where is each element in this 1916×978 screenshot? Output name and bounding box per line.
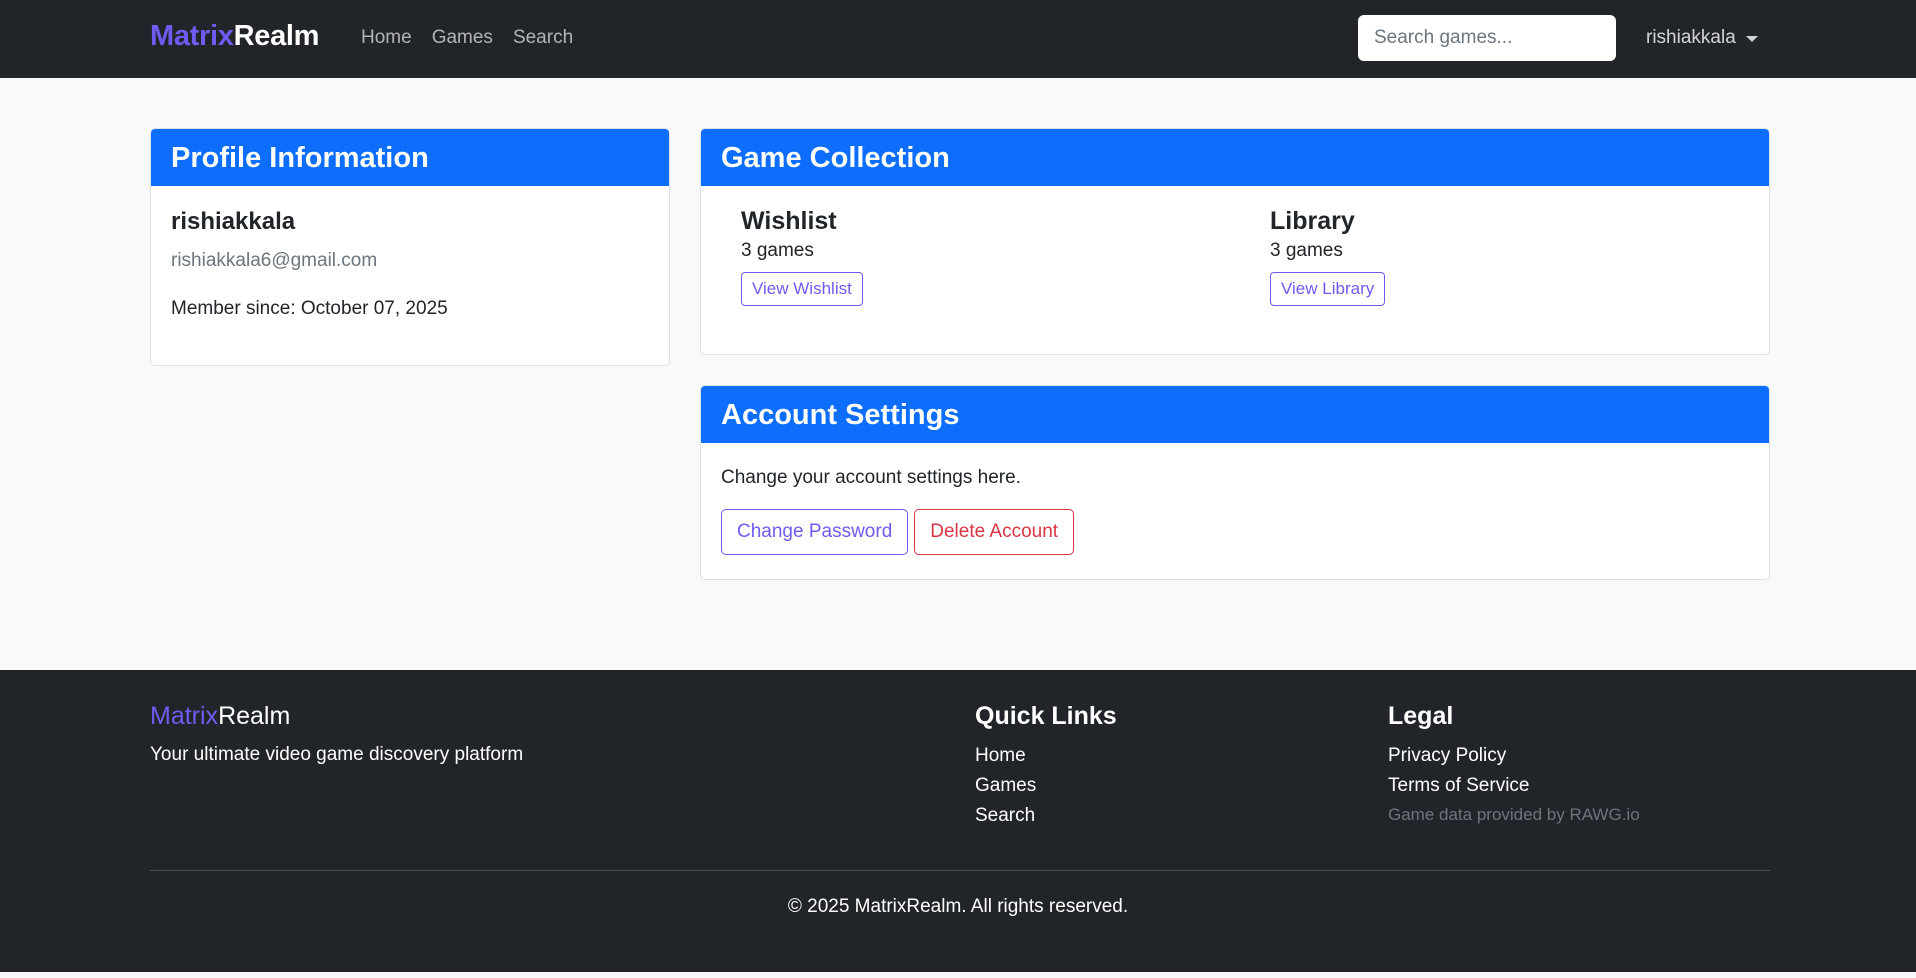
view-library-button[interactable]: View Library xyxy=(1270,272,1386,306)
profile-card: Profile Information rishiakkala rishiakk… xyxy=(150,128,670,366)
library-section: Library 3 games View Library xyxy=(1270,207,1386,306)
change-password-button[interactable]: Change Password xyxy=(721,509,909,555)
footer-brand-part1: Matrix xyxy=(150,702,219,730)
top-navbar: MatrixRealm Home Games Search rishiakkal… xyxy=(0,0,1916,78)
account-settings-card: Account Settings Change your account set… xyxy=(700,385,1770,580)
user-dropdown-label: rishiakkala xyxy=(1646,27,1736,48)
caret-down-icon xyxy=(1745,36,1758,42)
view-wishlist-button[interactable]: View Wishlist xyxy=(741,272,863,306)
legal-title: Legal xyxy=(1388,702,1454,730)
brand-logo-part1: Matrix xyxy=(150,20,234,52)
library-count: 3 games xyxy=(1270,240,1343,261)
site-footer: MatrixRealm Your ultimate video game dis… xyxy=(0,670,1916,972)
profile-username: rishiakkala xyxy=(171,208,296,235)
search-input[interactable] xyxy=(1358,15,1616,61)
nav-link-games[interactable]: Games xyxy=(432,27,493,49)
nav-links: Home Games Search xyxy=(361,27,573,49)
account-settings-header: Account Settings xyxy=(701,386,1769,443)
footer-link-search[interactable]: Search xyxy=(975,805,1117,827)
nav-link-search[interactable]: Search xyxy=(513,27,573,49)
profile-card-header: Profile Information xyxy=(151,129,669,186)
footer-legal: Legal Privacy Policy Terms of Service Ga… xyxy=(1388,702,1640,825)
footer-quick-links: Quick Links Home Games Search xyxy=(975,702,1117,835)
footer-brand: MatrixRealm xyxy=(150,702,290,731)
game-collection-card: Game Collection Wishlist 3 games View Wi… xyxy=(700,128,1770,355)
profile-member-since: Member since: October 07, 2025 xyxy=(171,298,448,319)
wishlist-count: 3 games xyxy=(741,240,814,261)
data-credit: Game data provided by RAWG.io xyxy=(1388,805,1640,824)
account-settings-body: Change your account settings here. Chang… xyxy=(701,443,1769,575)
copyright-text: © 2025 MatrixRealm. All rights reserved. xyxy=(787,896,1129,917)
account-settings-description: Change your account settings here. xyxy=(721,467,1021,488)
nav-link-home[interactable]: Home xyxy=(361,27,412,49)
footer-divider xyxy=(150,870,1770,871)
wishlist-title: Wishlist xyxy=(741,207,837,235)
footer-link-home[interactable]: Home xyxy=(975,745,1117,767)
library-title: Library xyxy=(1270,207,1355,235)
footer-link-games[interactable]: Games xyxy=(975,775,1117,797)
brand-logo-part2: Realm xyxy=(233,20,320,52)
wishlist-section: Wishlist 3 games View Wishlist xyxy=(741,207,863,306)
page-bottom-edge xyxy=(0,972,1916,978)
footer-link-privacy-policy[interactable]: Privacy Policy xyxy=(1388,745,1640,767)
footer-link-terms-of-service[interactable]: Terms of Service xyxy=(1388,775,1640,797)
footer-brand-part2: Realm xyxy=(218,702,291,730)
game-collection-header: Game Collection xyxy=(701,129,1769,186)
profile-email: rishiakkala6@gmail.com xyxy=(171,250,378,271)
brand-logo[interactable]: MatrixRealm xyxy=(150,20,319,53)
user-dropdown[interactable]: rishiakkala xyxy=(1646,27,1758,49)
delete-account-button[interactable]: Delete Account xyxy=(914,509,1075,555)
quick-links-title: Quick Links xyxy=(975,702,1117,730)
account-settings-actions: Change Password Delete Account xyxy=(721,509,1749,555)
footer-tagline: Your ultimate video game discovery platf… xyxy=(150,744,524,765)
profile-card-body: rishiakkala rishiakkala6@gmail.com Membe… xyxy=(151,186,669,340)
